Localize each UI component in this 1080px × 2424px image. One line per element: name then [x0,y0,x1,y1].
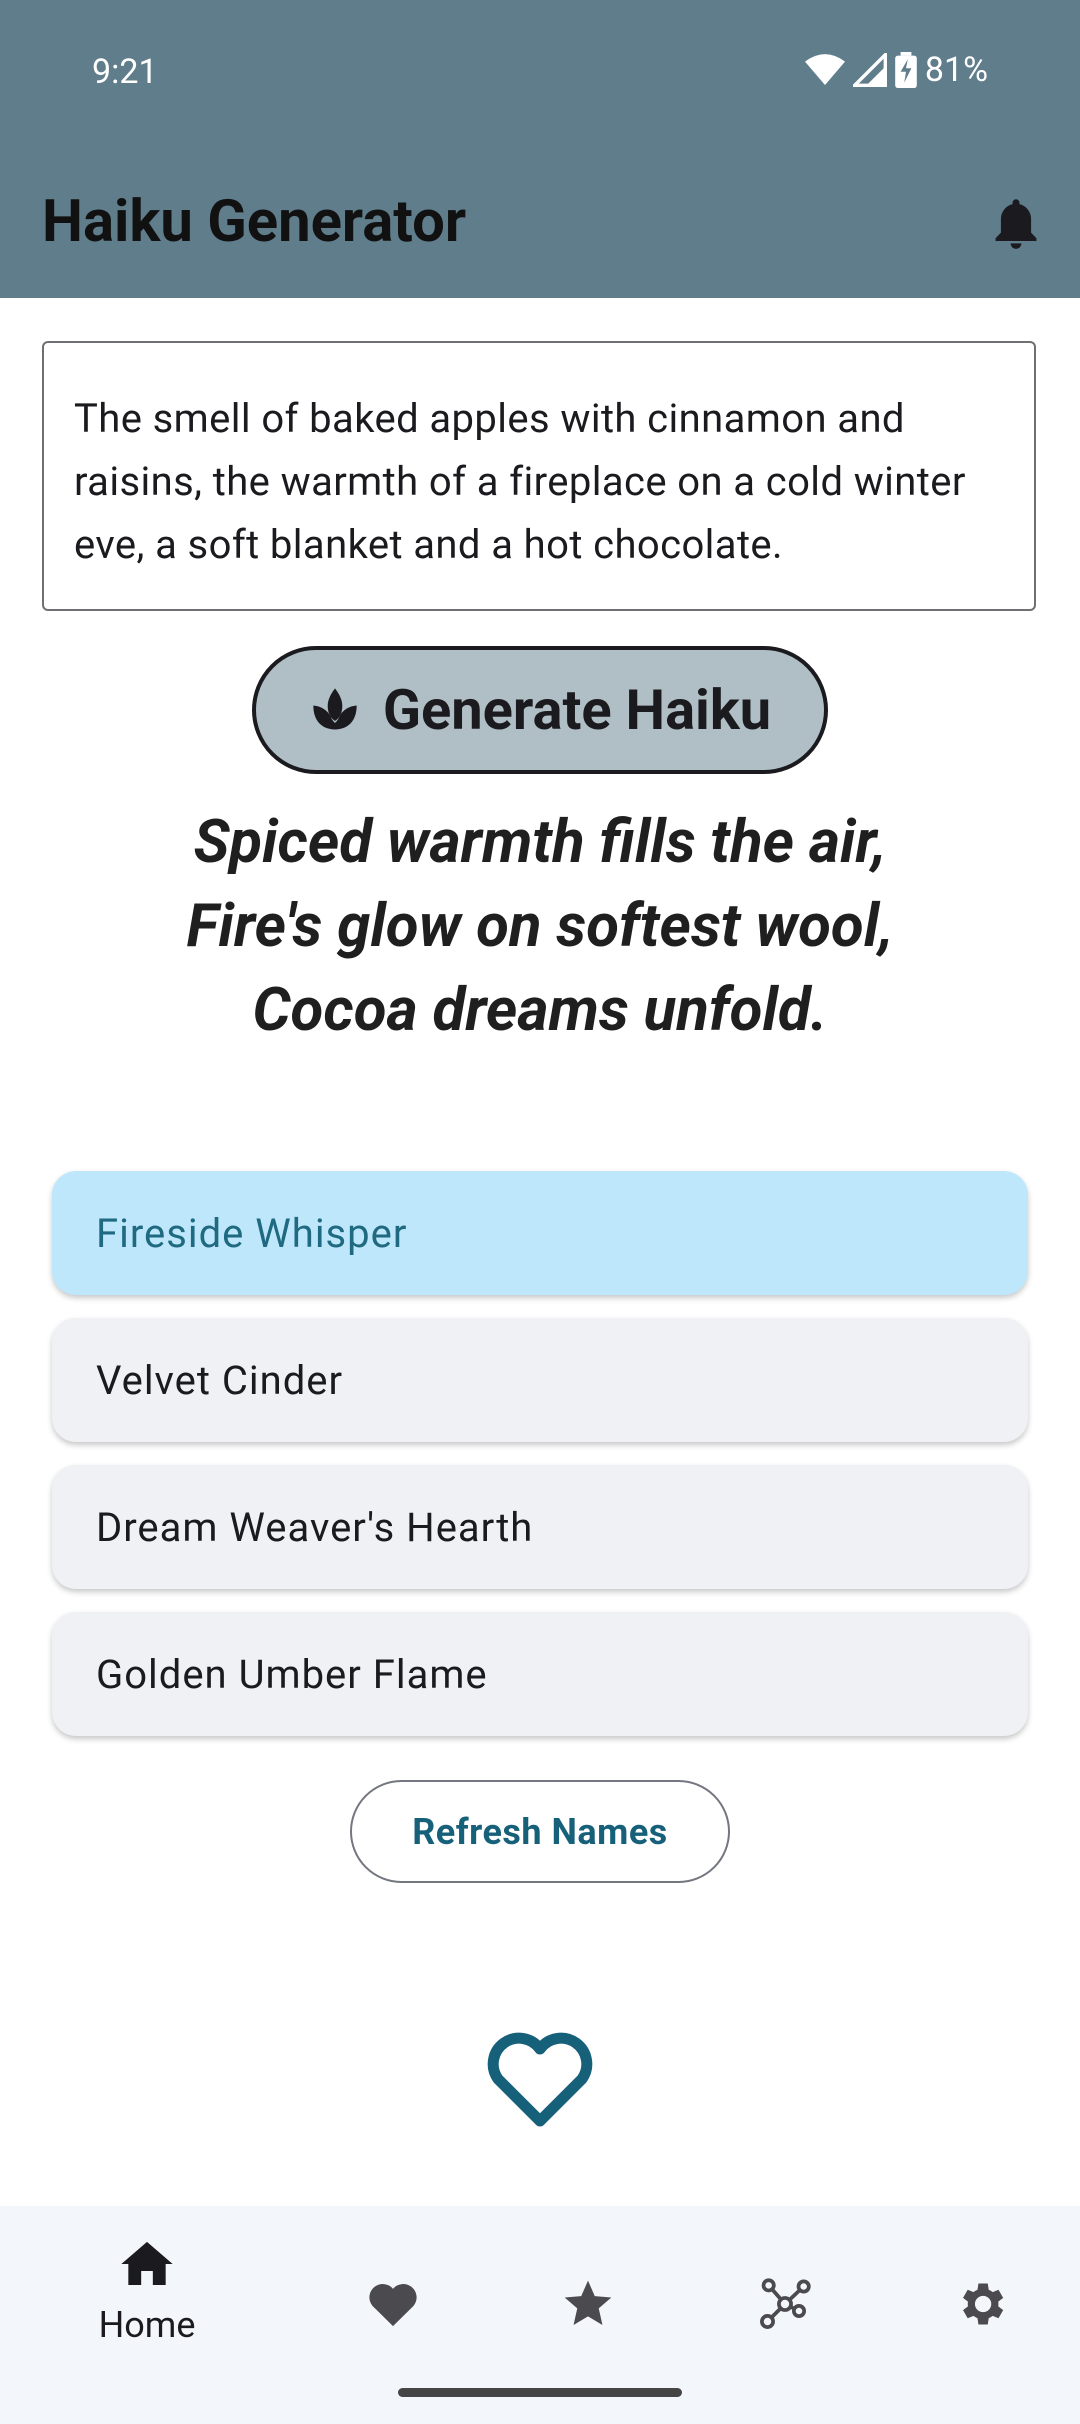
status-time: 9:21 [92,52,158,92]
name-option-label: Velvet Cinder [96,1356,344,1404]
name-option-label: Fireside Whisper [96,1209,408,1257]
settings-icon [963,2283,1004,2325]
battery-percent: 81% [924,50,988,90]
name-option-card[interactable]: Golden Umber Flame [52,1612,1028,1736]
spa-icon [313,688,357,730]
home-icon [121,2241,173,2285]
status-icons: 81% [804,50,988,90]
generate-haiku-button[interactable]: Generate Haiku [252,646,828,774]
graph-icon [760,2278,811,2329]
heart-icon [369,2284,417,2327]
refresh-names-button[interactable]: Refresh Names [350,1780,730,1883]
gesture-bar [398,2388,682,2397]
bell-icon[interactable] [990,196,1042,252]
status-bar: 9:21 81% [0,0,1080,150]
app-title: Haiku Generator [42,188,467,256]
nav-item-home[interactable]: Home [87,2236,207,2356]
nav-item-starred[interactable] [528,2236,648,2356]
name-option-card[interactable]: Velvet Cinder [52,1318,1028,1442]
favorite-heart-icon[interactable] [484,2030,596,2132]
nav-item-network[interactable] [725,2236,845,2356]
cell-signal-icon [852,53,887,87]
nav-label-home: Home [98,2304,196,2346]
name-option-card[interactable]: Dream Weaver's Hearth [52,1465,1028,1589]
name-option-label: Golden Umber Flame [96,1650,488,1698]
haiku-text: Spiced warmth fills the air, Fire's glow… [0,800,1080,1052]
name-option-card[interactable]: Fireside Whisper [52,1171,1028,1295]
generate-haiku-label: Generate Haiku [382,677,772,743]
haiku-line-1: Spiced warmth fills the air, [193,806,887,877]
app-bar: Haiku Generator [0,150,1080,298]
nav-item-settings[interactable] [921,2236,1041,2356]
prompt-textarea[interactable]: The smell of baked apples with cinnamon … [42,341,1036,611]
name-option-label: Dream Weaver's Hearth [96,1503,534,1551]
star-icon [564,2280,612,2325]
battery-charging-icon [895,52,917,88]
haiku-line-3: Cocoa dreams unfold. [252,974,828,1045]
haiku-line-2: Fire's glow on softest wool, [186,890,894,961]
nav-item-favorites[interactable] [333,2236,453,2356]
wifi-icon [804,54,845,85]
